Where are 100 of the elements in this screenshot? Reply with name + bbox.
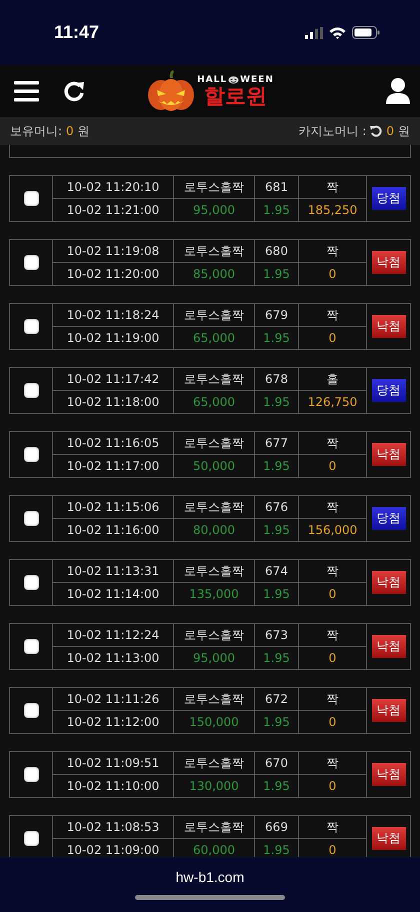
- bet-amount: 60,000: [174, 839, 254, 857]
- payout: 126,750: [299, 391, 366, 413]
- round-number: 677: [255, 432, 298, 454]
- checkbox[interactable]: [24, 319, 38, 334]
- result-button[interactable]: 낙첨: [372, 827, 406, 850]
- game-name: 로투스홀짝: [174, 624, 254, 646]
- result-button[interactable]: 낙첨: [372, 635, 406, 658]
- draw-time: 10-02 11:18:00: [53, 391, 173, 413]
- payout: 0: [299, 647, 366, 669]
- pick: 짝: [299, 816, 366, 838]
- user-icon[interactable]: [386, 78, 410, 104]
- casino-money-amount: 0: [386, 124, 394, 138]
- pick: 짝: [299, 304, 366, 326]
- draw-time: 10-02 11:19:00: [53, 327, 173, 349]
- battery-icon: [352, 26, 380, 39]
- checkbox[interactable]: [24, 511, 38, 526]
- payout: 0: [299, 263, 366, 285]
- round-number: 672: [255, 688, 298, 710]
- logo-text: HALL: [197, 75, 228, 85]
- round-number: 669: [255, 816, 298, 838]
- bet-amount: 50,000: [174, 455, 254, 477]
- holding-money-amount: 0: [66, 124, 74, 138]
- game-name: 로투스홀짝: [174, 688, 254, 710]
- checkbox[interactable]: [24, 575, 38, 590]
- game-name: 로투스홀짝: [174, 368, 254, 390]
- bet-time: 10-02 11:20:10: [53, 176, 173, 198]
- bet-time: 10-02 11:11:26: [53, 688, 173, 710]
- menu-icon[interactable]: [14, 80, 39, 102]
- refresh-icon[interactable]: [370, 125, 382, 137]
- result-button[interactable]: 당첨: [372, 187, 406, 210]
- round-number: 679: [255, 304, 298, 326]
- pick: 짝: [299, 752, 366, 774]
- round-number: 676: [255, 496, 298, 518]
- pick: 짝: [299, 624, 366, 646]
- casino-money-label: 카지노머니 :: [298, 122, 366, 140]
- round-number: 678: [255, 368, 298, 390]
- result-button[interactable]: 낙첨: [372, 315, 406, 338]
- game-name: 로투스홀짝: [174, 560, 254, 582]
- result-button[interactable]: 낙첨: [372, 251, 406, 274]
- odds: 1.95: [255, 455, 298, 477]
- checkbox[interactable]: [24, 831, 38, 846]
- bet-amount: 80,000: [174, 519, 254, 541]
- payout: 0: [299, 455, 366, 477]
- draw-time: 10-02 11:17:00: [53, 455, 173, 477]
- odds: 1.95: [255, 263, 298, 285]
- result-button[interactable]: 당첨: [372, 379, 406, 402]
- draw-time: 10-02 11:10:00: [53, 775, 173, 797]
- bet-amount: 65,000: [174, 391, 254, 413]
- currency-unit: 원: [78, 122, 90, 140]
- signal-icon: [305, 26, 323, 38]
- url-text: hw-b1.com: [176, 869, 244, 885]
- bet-time: 10-02 11:13:31: [53, 560, 173, 582]
- payout: 0: [299, 327, 366, 349]
- bet-amount: 65,000: [174, 327, 254, 349]
- draw-time: 10-02 11:13:00: [53, 647, 173, 669]
- checkbox[interactable]: [24, 767, 38, 782]
- clock: 11:47: [54, 22, 100, 43]
- bet-amount: 85,000: [174, 263, 254, 285]
- bet-time: 10-02 11:08:53: [53, 816, 173, 838]
- logo-title: 할로윈: [204, 85, 267, 107]
- pick: 홀: [299, 368, 366, 390]
- game-name: 로투스홀짝: [174, 752, 254, 774]
- checkbox[interactable]: [24, 255, 38, 270]
- odds: 1.95: [255, 839, 298, 857]
- pick: 짝: [299, 496, 366, 518]
- bet-amount: 150,000: [174, 711, 254, 733]
- bet-amount: 135,000: [174, 583, 254, 605]
- result-button[interactable]: 당첨: [372, 507, 406, 530]
- odds: 1.95: [255, 391, 298, 413]
- draw-time: 10-02 11:14:00: [53, 583, 173, 605]
- result-button[interactable]: 낙첨: [372, 763, 406, 786]
- checkbox[interactable]: [24, 639, 38, 654]
- bet-amount: 130,000: [174, 775, 254, 797]
- result-button[interactable]: 낙첨: [372, 443, 406, 466]
- round-number: 680: [255, 240, 298, 262]
- odds: 1.95: [255, 519, 298, 541]
- pick: 짝: [299, 432, 366, 454]
- draw-time: 10-02 11:09:00: [53, 839, 173, 857]
- round-number: 673: [255, 624, 298, 646]
- checkbox[interactable]: [24, 447, 38, 462]
- odds: 1.95: [255, 199, 298, 221]
- round-number: 681: [255, 176, 298, 198]
- wifi-icon: [329, 26, 346, 38]
- round-number: 674: [255, 560, 298, 582]
- pick: 짝: [299, 688, 366, 710]
- pick: 짝: [299, 560, 366, 582]
- bet-amount: 95,000: [174, 647, 254, 669]
- payout: 0: [299, 583, 366, 605]
- checkbox[interactable]: [24, 383, 38, 398]
- checkbox[interactable]: [24, 703, 38, 718]
- game-name: 로투스홀짝: [174, 432, 254, 454]
- bet-time: 10-02 11:12:24: [53, 624, 173, 646]
- result-button[interactable]: 낙첨: [372, 699, 406, 722]
- checkbox[interactable]: [24, 191, 38, 206]
- payout: 0: [299, 839, 366, 857]
- bet-time: 10-02 11:15:06: [53, 496, 173, 518]
- result-button[interactable]: 낙첨: [372, 571, 406, 594]
- game-name: 로투스홀짝: [174, 816, 254, 838]
- logo-text: WEEN: [240, 75, 274, 85]
- draw-time: 10-02 11:16:00: [53, 519, 173, 541]
